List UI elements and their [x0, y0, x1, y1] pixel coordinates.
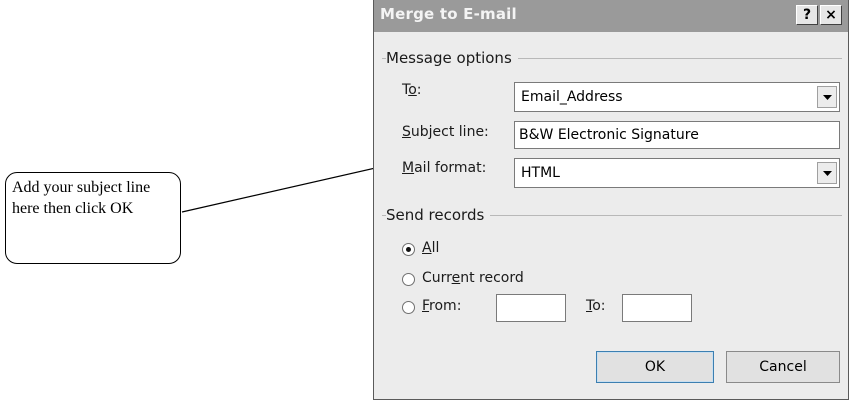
send-records-label: Send records — [386, 206, 491, 224]
cancel-button[interactable]: Cancel — [726, 351, 840, 383]
subject-line-label: Subject line: — [402, 124, 489, 140]
from-input[interactable] — [496, 294, 566, 322]
from-radio[interactable] — [402, 301, 415, 314]
mail-format-label: Mail format: — [402, 160, 487, 176]
help-button[interactable]: ? — [796, 5, 818, 25]
chevron-down-icon — [823, 171, 832, 176]
instruction-callout: Add your subject line here then click OK — [5, 172, 181, 264]
to-dropdown-arrow[interactable] — [817, 86, 837, 108]
from-label: From: — [422, 298, 462, 314]
current-record-radio[interactable] — [402, 273, 415, 286]
to-label: To: — [402, 82, 422, 98]
message-options-label: Message options — [386, 49, 518, 67]
current-record-label: Current record — [422, 270, 524, 286]
mail-format-dropdown-arrow[interactable] — [817, 162, 837, 184]
to-record-label: To: — [586, 298, 606, 314]
mail-format-value: HTML — [521, 165, 560, 181]
ok-button[interactable]: OK — [596, 351, 714, 383]
subject-line-input[interactable]: B&W Electronic Signature — [514, 121, 840, 149]
to-value: Email_Address — [521, 89, 623, 105]
to-dropdown[interactable]: Email_Address — [514, 82, 840, 112]
all-records-label: All — [422, 240, 440, 256]
close-button[interactable]: × — [820, 5, 842, 25]
title-bar: Merge to E-mail ? × — [374, 0, 848, 32]
to-record-input[interactable] — [622, 294, 692, 322]
subject-line-value: B&W Electronic Signature — [519, 127, 699, 143]
merge-to-email-dialog: Merge to E-mail ? × Message options To: … — [373, 0, 849, 400]
mail-format-dropdown[interactable]: HTML — [514, 158, 840, 188]
all-records-radio[interactable] — [402, 243, 415, 256]
dialog-title: Merge to E-mail — [380, 5, 517, 23]
chevron-down-icon — [823, 95, 832, 100]
